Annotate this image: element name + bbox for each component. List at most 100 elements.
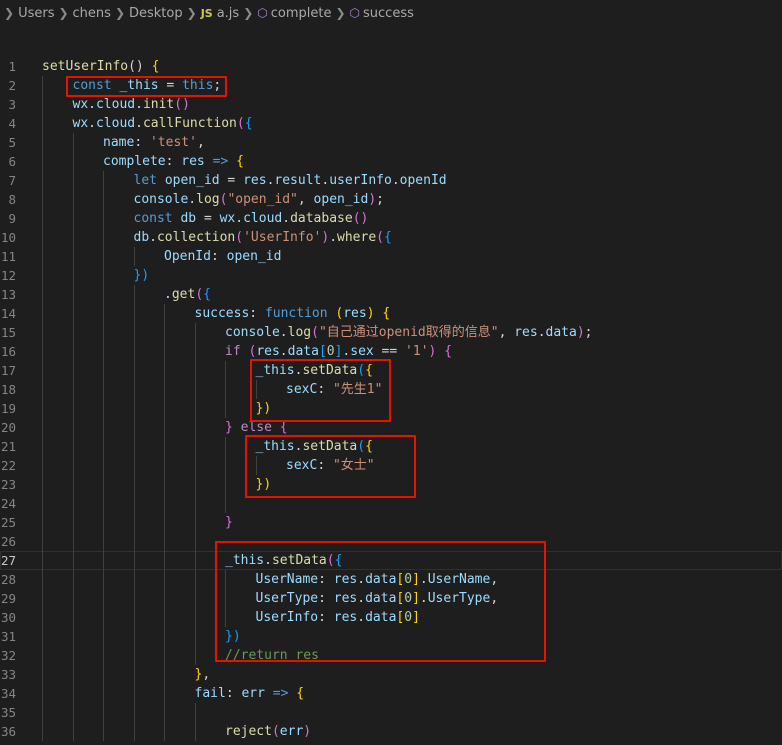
code-token: ) [428, 344, 445, 359]
indent-guide [103, 456, 104, 475]
code-token: : [134, 135, 150, 150]
indent-guide [42, 532, 43, 551]
indent-guide [72, 589, 74, 608]
indent-guide [42, 608, 43, 627]
indent-guide [103, 437, 104, 456]
indent-guide [164, 323, 165, 342]
code-token: else [240, 420, 280, 435]
code-token: = [219, 173, 244, 188]
code-token: get [171, 287, 196, 302]
code-token: data [545, 325, 577, 340]
indent-guide [72, 703, 74, 722]
indent-guide [42, 456, 43, 475]
breadcrumb-item-users[interactable]: Users [18, 6, 54, 21]
line-number: 2 [8, 78, 16, 93]
indent-guide [133, 342, 135, 361]
breadcrumb-item-complete[interactable]: ⬡ complete [257, 6, 331, 21]
code-token: complete [103, 154, 166, 169]
code-token: ( [235, 230, 244, 245]
code-token: : [165, 154, 182, 169]
code-line[interactable]: 35 [0, 703, 782, 722]
code-text: reject(err) [225, 722, 311, 741]
indent-guide [42, 551, 43, 570]
indent-guide [164, 475, 165, 494]
indent-guide [72, 551, 74, 570]
indent-guide [103, 532, 104, 551]
code-line[interactable]: 34 fail: err => { [0, 684, 782, 703]
code-line[interactable]: 16 if (res.data[0].sex == '1') { [0, 342, 782, 361]
code-token: [ [318, 344, 327, 359]
indent-guide [194, 551, 196, 570]
code-text: name: 'test', [103, 133, 205, 152]
code-token: ( [271, 724, 280, 739]
code-token: open_id [226, 249, 282, 264]
code-line[interactable]: 4 wx.cloud.callFunction({ [0, 114, 782, 133]
code-line[interactable]: 33}, [0, 665, 782, 684]
code-line[interactable]: 8 console.log("open_id", open_id); [0, 190, 782, 209]
code-line[interactable]: 18 sexC: "先生1" [0, 380, 782, 399]
code-line[interactable]: 11 OpenId: open_id [0, 247, 782, 266]
line-number: 28 [0, 572, 16, 587]
indent-guide [194, 361, 196, 380]
line-number: 7 [8, 173, 16, 188]
code-line[interactable]: 1 setUserInfo() { [0, 57, 782, 76]
indent-guide [194, 627, 196, 646]
line-number: 26 [0, 534, 16, 549]
indent-guide [194, 722, 196, 741]
code-line[interactable]: 3 wx.cloud.init() [0, 95, 782, 114]
indent-guide [164, 608, 165, 627]
code-text: let open_id = res.result.userInfo.openId [134, 171, 447, 190]
code-line[interactable]: 6 complete: res => { [0, 152, 782, 171]
indent-guide [103, 494, 104, 513]
code-token: sex [350, 344, 374, 359]
code-line[interactable]: 5 name: 'test', [0, 133, 782, 152]
indent-guide [225, 456, 226, 475]
code-line[interactable]: 10 db.collection('UserInfo').where({ [0, 228, 782, 247]
code-token: wx [219, 211, 236, 226]
code-line[interactable]: 14 success: function (res) { [0, 304, 782, 323]
breadcrumb-success-label: success [363, 5, 414, 21]
code-token: . [188, 192, 197, 207]
code-line[interactable]: 12}) [0, 266, 782, 285]
code-line[interactable]: 9 const db = wx.cloud.database() [0, 209, 782, 228]
code-token: . [279, 344, 288, 359]
indent-guide [133, 285, 135, 304]
code-line[interactable]: 15 console.log("自己通过openid取得的信息", res.dat… [0, 323, 782, 342]
indent-guide [72, 323, 74, 342]
breadcrumb-item-desktop[interactable]: Desktop [129, 6, 183, 21]
indent-guide [103, 646, 104, 665]
code-token: "自己通过openid取得的信息" [318, 325, 499, 340]
code-token: = [196, 211, 220, 226]
indent-guide [42, 190, 43, 209]
line-number: 32 [0, 648, 16, 663]
indent-guide [133, 304, 135, 323]
line-number: 11 [0, 249, 16, 264]
code-token: => [204, 154, 237, 169]
breadcrumb-item-chens[interactable]: chens [73, 6, 111, 21]
breadcrumb-item-file[interactable]: JS a.js [201, 6, 240, 21]
line-number: 21 [0, 439, 16, 454]
code-line[interactable]: 13 .get({ [0, 285, 782, 304]
indent-guide [103, 513, 104, 532]
code-line[interactable]: 25} [0, 513, 782, 532]
code-token: wx [72, 97, 89, 112]
code-line[interactable]: 17 _this.setData({ [0, 361, 782, 380]
indent-guide [72, 513, 74, 532]
code-text: const db = wx.cloud.database() [134, 209, 369, 228]
code-line[interactable]: 7 let open_id = res.result.userInfo.openI… [0, 171, 782, 190]
indent-guide [133, 722, 135, 741]
line-number: 23 [0, 477, 16, 492]
code-token: ) [368, 192, 377, 207]
indent-guide [103, 171, 104, 190]
line-number: 22 [0, 458, 16, 473]
indent-guide [164, 589, 165, 608]
code-token: { [444, 344, 453, 359]
code-line[interactable]: 36 reject(err) [0, 722, 782, 741]
indent-guide [72, 684, 74, 703]
code-token: () [174, 97, 190, 112]
code-line[interactable]: 19}) [0, 399, 782, 418]
indent-guide [133, 494, 135, 513]
code-token: : [249, 306, 265, 321]
breadcrumb-item-success[interactable]: ⬡ success [350, 6, 414, 21]
code-token: res [181, 154, 205, 169]
